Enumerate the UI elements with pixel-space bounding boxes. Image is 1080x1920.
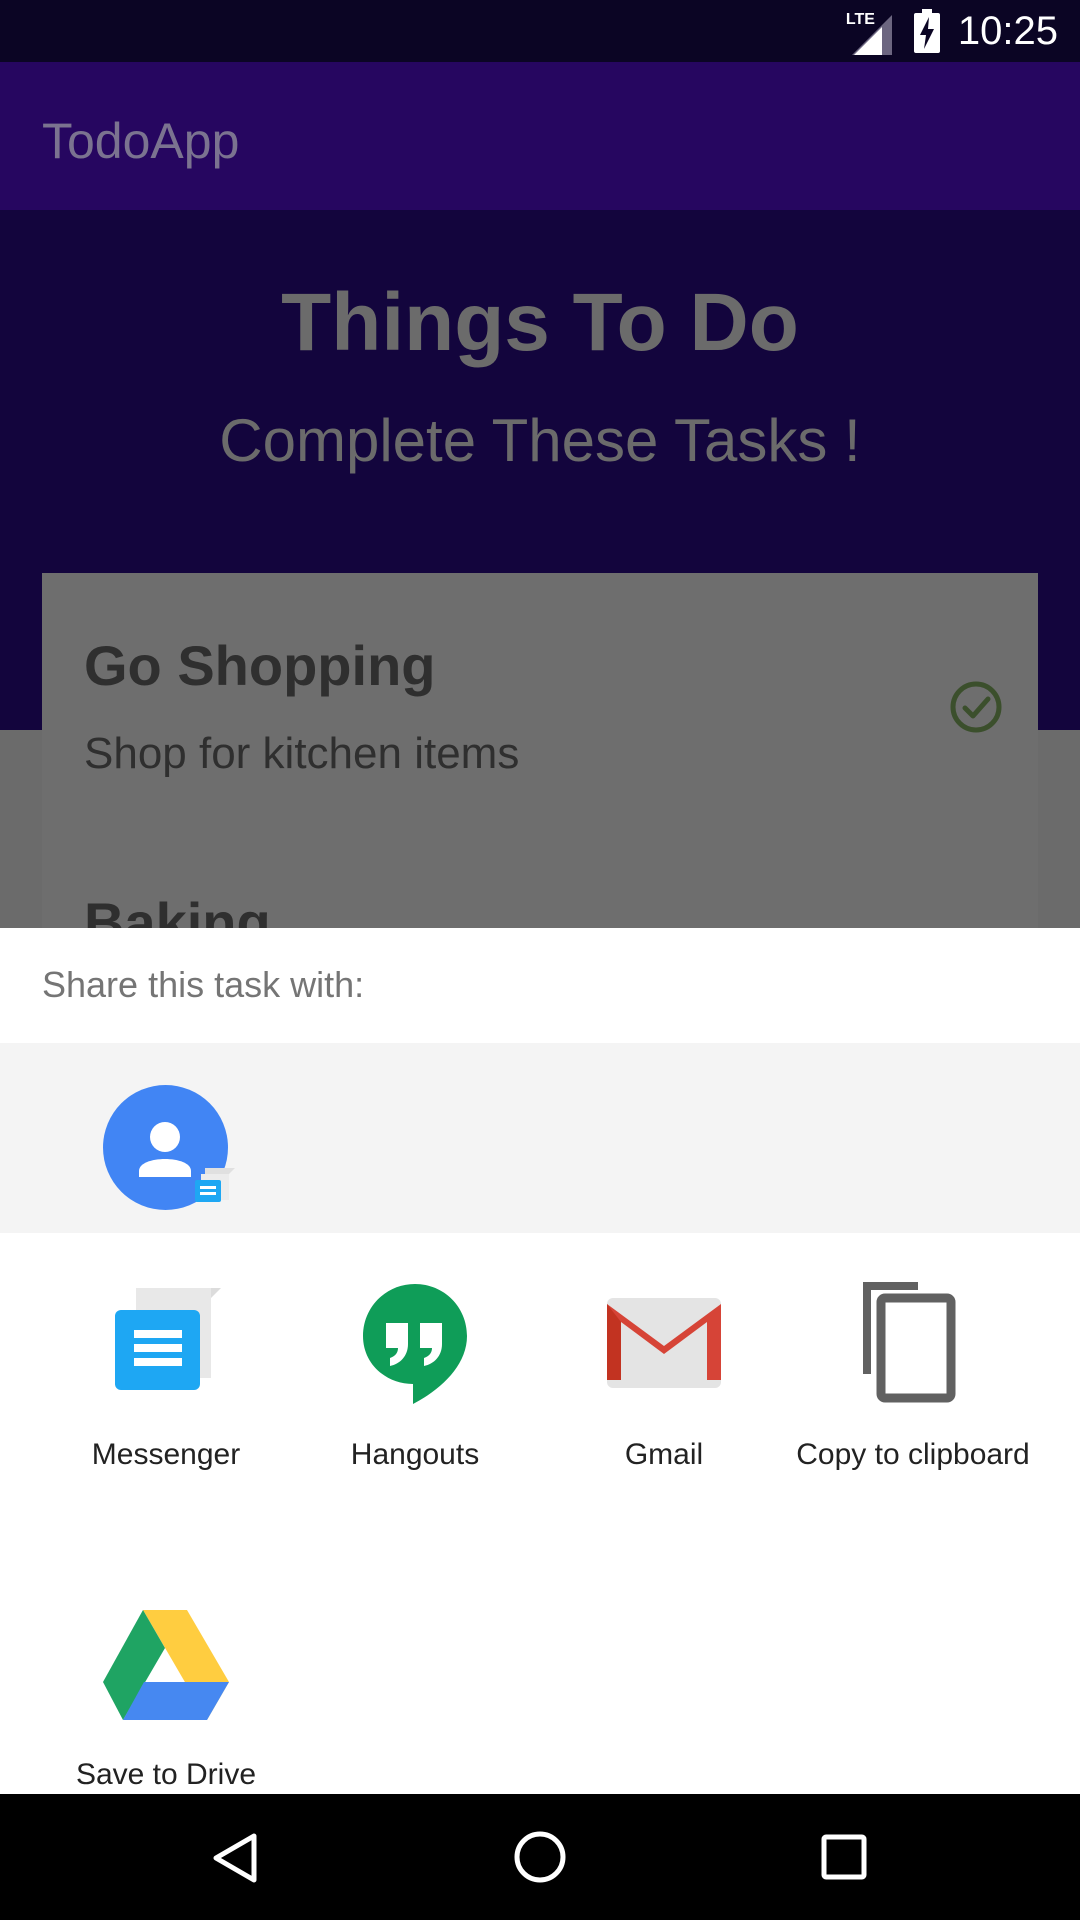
hangouts-icon [363,1284,467,1404]
check-circle-icon[interactable] [948,679,1004,735]
gmail-icon [607,1298,721,1388]
direct-share-row [0,1043,1080,1233]
clock: 10:25 [957,8,1058,53]
share-sheet: Share this task with: Messenger Hangouts… [0,928,1080,1794]
home-button-icon[interactable] [513,1830,567,1884]
share-sheet-title: Share this task with: [42,964,365,1005]
page-title: Things To Do [281,277,799,368]
status-bar: LTE 10:25 [0,0,1080,62]
messenger-icon [115,1288,221,1390]
lte-signal-icon: LTE [846,9,896,55]
messenger-badge-icon [195,1168,235,1202]
app-bar: TodoApp [0,62,1080,210]
app-title: TodoApp [42,113,240,169]
drive-icon [103,1610,229,1720]
share-target-label: Copy to clipboard [796,1438,1030,1471]
task-title: Go Shopping [84,634,436,697]
status-icons: LTE 10:25 [846,6,1058,56]
navigation-bar [0,1794,1080,1920]
task-title-2[interactable]: Baking [84,890,271,928]
copy-icon [863,1282,956,1403]
task-description: Shop for kitchen items [84,729,520,778]
task-card[interactable]: Go Shopping Shop for kitchen items [42,573,1038,933]
battery-charging-icon [913,9,940,53]
share-target-label: Save to Drive [75,1758,257,1791]
page-subtitle: Complete These Tasks ! [219,407,861,474]
recents-button-icon[interactable] [821,1834,867,1880]
back-button-icon[interactable] [210,1832,260,1884]
